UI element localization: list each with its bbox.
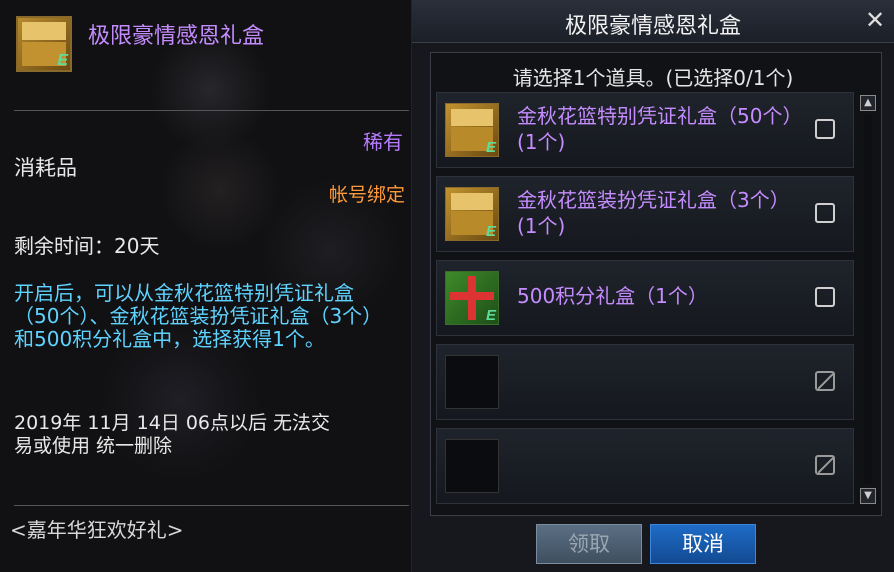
- list-item[interactable]: E 500积分礼盒（1个）: [436, 260, 854, 336]
- green-gift-box-icon: E: [445, 271, 499, 325]
- item-label: 500积分礼盒（1个）: [517, 284, 708, 308]
- remaining-time: 剩余时间：20天: [14, 234, 160, 258]
- dialog-titlebar: 极限豪情感恩礼盒 ✕: [412, 0, 894, 43]
- claim-button[interactable]: 领取: [536, 524, 642, 564]
- item-tooltip: E 极限豪情感恩礼盒 稀有 消耗品 帐号绑定 剩余时间：20天 开启后，可以从金…: [0, 0, 412, 572]
- select-checkbox[interactable]: [815, 287, 835, 307]
- list-item[interactable]: E 金秋花篮装扮凭证礼盒（3个）(1个): [436, 176, 854, 252]
- item-type: 消耗品: [14, 156, 77, 180]
- list-item[interactable]: E 金秋花篮特别凭证礼盒（50个）(1个): [436, 92, 854, 168]
- disabled-checkbox: [815, 455, 835, 475]
- item-label: 金秋花篮装扮凭证礼盒（3个）(1个): [517, 188, 790, 238]
- scroll-down-button[interactable]: ▼: [860, 488, 876, 504]
- gold-chest-icon: E: [16, 16, 72, 72]
- select-checkbox[interactable]: [815, 203, 835, 223]
- item-expiry: 2019年 11月 14日 06点以后 无法交易或使用 统一删除: [14, 412, 331, 457]
- select-item-dialog: 极限豪情感恩礼盒 ✕ 请选择1个道具。(已选择0/1个) E 金秋花篮特别凭证礼…: [412, 0, 894, 572]
- item-rarity: 稀有: [363, 130, 403, 154]
- select-checkbox[interactable]: [815, 119, 835, 139]
- list-item: [436, 428, 854, 504]
- close-icon[interactable]: ✕: [862, 6, 888, 34]
- item-binding: 帐号绑定: [328, 184, 405, 206]
- list-item: [436, 344, 854, 420]
- disabled-checkbox: [815, 371, 835, 391]
- dialog-title: 极限豪情感恩礼盒: [564, 14, 741, 39]
- gold-chest-icon: E: [445, 187, 499, 241]
- item-set-name: <嘉年华狂欢好礼>: [10, 518, 184, 542]
- empty-slot: [445, 439, 499, 493]
- item-title: 极限豪情感恩礼盒: [88, 24, 265, 49]
- gold-chest-icon: E: [445, 103, 499, 157]
- scrollbar-track[interactable]: [864, 114, 872, 484]
- selection-prompt: 请选择1个道具。(已选择0/1个): [512, 66, 794, 90]
- cancel-button[interactable]: 取消: [650, 524, 756, 564]
- item-description: 开启后，可以从金秋花篮特别凭证礼盒（50个）、金秋花篮装扮凭证礼盒（3个）和50…: [14, 281, 373, 351]
- empty-slot: [445, 355, 499, 409]
- divider: [14, 505, 409, 506]
- divider: [14, 110, 409, 111]
- scroll-up-button[interactable]: ▲: [860, 95, 876, 111]
- item-label: 金秋花篮特别凭证礼盒（50个）(1个): [517, 104, 803, 154]
